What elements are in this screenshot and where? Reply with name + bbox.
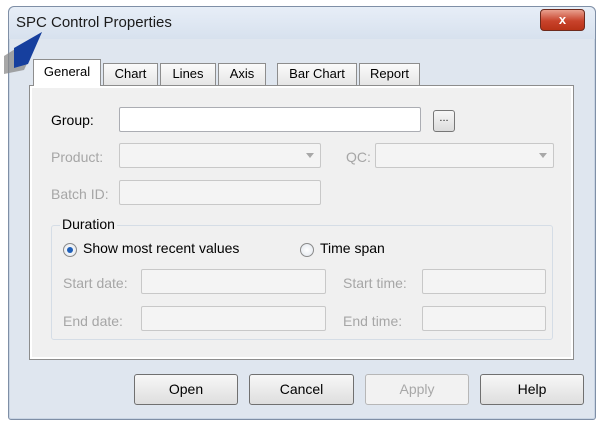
- tab-report-label: Report: [369, 66, 410, 81]
- duration-title: Duration: [60, 216, 117, 232]
- title-bar[interactable]: SPC Control Properties x: [9, 7, 595, 39]
- tab-axis-label: Axis: [229, 66, 255, 81]
- radio-time-span[interactable]: [300, 243, 314, 257]
- end-date-label: End date:: [63, 313, 123, 329]
- tab-bar-chart-label: Bar Chart: [289, 66, 345, 81]
- qc-label: QC:: [346, 149, 371, 165]
- start-time-label: Start time:: [343, 275, 407, 291]
- time-span-label[interactable]: Time span: [320, 240, 385, 256]
- batch-id-label: Batch ID:: [51, 186, 109, 202]
- tab-bar-chart[interactable]: Bar Chart: [277, 63, 357, 85]
- group-input[interactable]: [119, 107, 421, 132]
- product-label: Product:: [51, 149, 104, 165]
- tab-lines-label: Lines: [172, 66, 204, 81]
- ellipsis-icon: ...: [439, 112, 449, 124]
- tab-chart-label: Chart: [114, 66, 147, 81]
- end-time-input[interactable]: [422, 306, 546, 331]
- chevron-down-icon: [306, 153, 314, 158]
- tab-report[interactable]: Report: [359, 63, 420, 85]
- help-button[interactable]: Help: [480, 374, 584, 405]
- qc-dropdown[interactable]: [375, 143, 554, 168]
- tab-general-label: General: [43, 64, 91, 79]
- cancel-button[interactable]: Cancel: [249, 374, 354, 405]
- start-date-input[interactable]: [141, 269, 326, 294]
- apply-button[interactable]: Apply: [365, 374, 469, 405]
- start-date-label: Start date:: [63, 275, 128, 291]
- show-recent-label[interactable]: Show most recent values: [83, 240, 239, 256]
- group-label: Group:: [51, 112, 94, 128]
- close-icon: x: [558, 12, 567, 27]
- browse-group-button[interactable]: ...: [433, 110, 455, 132]
- start-time-input[interactable]: [422, 269, 546, 294]
- open-button[interactable]: Open: [134, 374, 238, 405]
- tab-lines[interactable]: Lines: [160, 63, 216, 85]
- end-date-input[interactable]: [141, 306, 326, 331]
- batch-id-input[interactable]: [119, 180, 321, 205]
- product-dropdown[interactable]: [119, 143, 321, 168]
- tab-chart[interactable]: Chart: [103, 63, 158, 85]
- end-time-label: End time:: [343, 313, 403, 329]
- radio-show-recent[interactable]: [63, 243, 77, 257]
- chevron-down-icon: [539, 153, 547, 158]
- close-button[interactable]: x: [540, 9, 585, 31]
- tab-general[interactable]: General: [33, 59, 101, 86]
- tab-axis[interactable]: Axis: [218, 63, 266, 85]
